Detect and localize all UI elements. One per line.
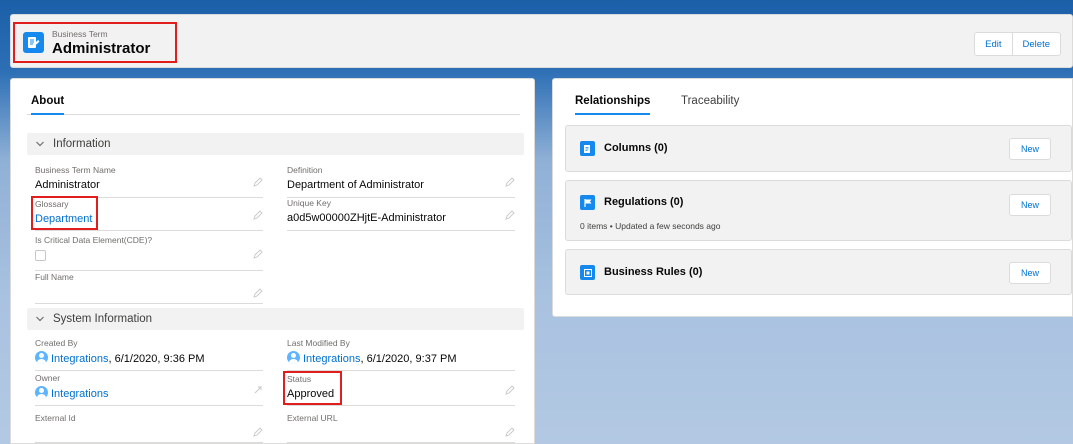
flag-icon bbox=[580, 195, 595, 210]
system-information-section-header[interactable]: System Information bbox=[27, 308, 524, 330]
columns-card-title[interactable]: Columns (0) bbox=[604, 142, 668, 154]
business-term-name-field: Business Term Name Administrator bbox=[35, 165, 263, 198]
status-field: Status Approved bbox=[282, 371, 515, 406]
user-avatar-icon bbox=[35, 351, 48, 364]
field-label: Status bbox=[287, 374, 312, 384]
user-avatar-icon bbox=[287, 351, 300, 364]
business-rules-card-title[interactable]: Business Rules (0) bbox=[604, 266, 702, 278]
last-modified-by-field: Last Modified By Integrations, 6/1/2020,… bbox=[287, 338, 515, 371]
tab-traceability[interactable]: Traceability bbox=[681, 93, 739, 115]
external-id-field: External Id bbox=[35, 413, 263, 443]
new-business-rule-button[interactable]: New bbox=[1009, 262, 1051, 284]
field-label: Definition bbox=[287, 165, 323, 175]
status-value: Approved bbox=[287, 388, 335, 400]
record-title: Administrator bbox=[52, 39, 151, 57]
chevron-down-icon bbox=[36, 141, 44, 147]
business-rule-icon bbox=[580, 265, 595, 280]
glossary-highlight: Glossary Department bbox=[30, 196, 99, 230]
information-section-header[interactable]: Information bbox=[27, 133, 524, 155]
field-value: a0d5w00000ZHjtE-Administrator bbox=[287, 212, 446, 224]
regulations-card-subtitle: 0 items • Updated a few seconds ago bbox=[580, 221, 721, 231]
definition-field: Definition Department of Administrator bbox=[287, 165, 515, 198]
record-header: Business Term Administrator Edit Delete bbox=[10, 14, 1073, 68]
field-label: Glossary bbox=[35, 199, 69, 209]
field-label: Unique Key bbox=[287, 198, 331, 208]
field-label: Created By bbox=[35, 338, 78, 348]
regulations-card-title[interactable]: Regulations (0) bbox=[604, 196, 683, 208]
tab-relationships[interactable]: Relationships bbox=[575, 93, 651, 115]
object-type-label: Business Term bbox=[52, 28, 108, 39]
business-rules-related-card: Business Rules (0) New bbox=[565, 249, 1072, 295]
columns-related-card: Columns (0) New bbox=[565, 125, 1072, 172]
related-panel: Relationships Traceability Columns (0) N… bbox=[552, 78, 1073, 317]
field-label: Owner bbox=[35, 373, 61, 383]
created-by-user-link[interactable]: Integrations bbox=[51, 353, 108, 365]
owner-field: Owner Integrations bbox=[35, 373, 263, 406]
field-label: Full Name bbox=[35, 272, 74, 282]
tab-about[interactable]: About bbox=[31, 93, 65, 115]
modified-date: , 6/1/2020, 9:37 PM bbox=[360, 353, 457, 365]
business-term-icon bbox=[23, 32, 44, 53]
columns-icon bbox=[580, 141, 595, 156]
details-panel: About Information Business Term Name Adm… bbox=[10, 78, 535, 444]
full-name-field: Full Name bbox=[35, 272, 263, 304]
glossary-link[interactable]: Department bbox=[35, 212, 92, 227]
pencil-icon[interactable] bbox=[253, 288, 263, 298]
created-by-field: Created By Integrations, 6/1/2020, 9:36 … bbox=[35, 338, 263, 371]
created-date: , 6/1/2020, 9:36 PM bbox=[108, 353, 205, 365]
unique-key-field: Unique Key a0d5w00000ZHjtE-Administrator bbox=[287, 198, 515, 231]
field-label: Is Critical Data Element(CDE)? bbox=[35, 235, 153, 245]
pencil-icon[interactable] bbox=[505, 177, 515, 187]
record-identity: Business Term Administrator bbox=[13, 22, 177, 63]
cde-checkbox[interactable] bbox=[35, 250, 46, 261]
field-label: External URL bbox=[287, 413, 338, 423]
pencil-icon[interactable] bbox=[253, 249, 263, 259]
field-label: External Id bbox=[35, 413, 76, 423]
change-owner-icon[interactable] bbox=[253, 385, 263, 395]
status-highlight: Status Approved bbox=[282, 371, 343, 405]
field-value: Department of Administrator bbox=[287, 179, 424, 191]
pencil-icon[interactable] bbox=[253, 210, 263, 220]
owner-user-link[interactable]: Integrations bbox=[51, 388, 108, 400]
details-tabs: About bbox=[27, 93, 520, 115]
pencil-icon[interactable] bbox=[505, 427, 515, 437]
user-avatar-icon bbox=[35, 386, 48, 399]
related-tabs: Relationships Traceability bbox=[563, 93, 1072, 115]
chevron-down-icon bbox=[36, 316, 44, 322]
information-section-title: Information bbox=[53, 138, 111, 150]
pencil-icon[interactable] bbox=[253, 177, 263, 187]
modified-by-user-link[interactable]: Integrations bbox=[303, 353, 360, 365]
external-url-field: External URL bbox=[287, 413, 515, 443]
glossary-field: Glossary Department bbox=[30, 196, 263, 231]
new-regulation-button[interactable]: New bbox=[1009, 194, 1051, 216]
system-information-section-title: System Information bbox=[53, 313, 153, 325]
delete-button[interactable]: Delete bbox=[1012, 32, 1061, 56]
field-label: Last Modified By bbox=[287, 338, 350, 348]
cde-field: Is Critical Data Element(CDE)? bbox=[35, 235, 263, 271]
new-column-button[interactable]: New bbox=[1009, 138, 1051, 160]
pencil-icon[interactable] bbox=[505, 210, 515, 220]
regulations-related-card: Regulations (0) 0 items • Updated a few … bbox=[565, 180, 1072, 241]
pencil-icon[interactable] bbox=[505, 385, 515, 395]
field-value: Administrator bbox=[35, 179, 100, 191]
edit-button[interactable]: Edit bbox=[974, 32, 1013, 56]
pencil-icon[interactable] bbox=[253, 427, 263, 437]
field-label: Business Term Name bbox=[35, 165, 116, 175]
